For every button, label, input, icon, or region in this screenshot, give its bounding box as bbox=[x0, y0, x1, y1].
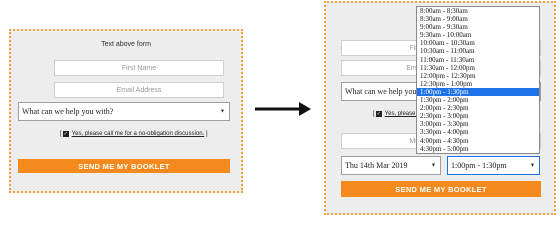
checkbox-checked-icon[interactable]: ✓ bbox=[62, 131, 69, 137]
send-booklet-button[interactable]: SEND ME MY BOOKLET bbox=[18, 159, 230, 173]
time-option[interactable]: 9:00am - 9:30am bbox=[417, 23, 539, 31]
time-select[interactable]: 1:00pm - 1:30pm ▼ bbox=[447, 156, 540, 175]
time-option[interactable]: 1:00pm - 1:30pm bbox=[417, 87, 539, 97]
form-panel-after: Text abov First N Email A What can we he… bbox=[324, 1, 556, 215]
time-option[interactable]: 8:00am - 8:30am bbox=[417, 7, 539, 15]
form-panel-before: Text above form First Name Email Address… bbox=[9, 29, 243, 193]
time-options-list[interactable]: 8:00am - 8:30am 8:30am - 9:00am 9:00am - 9… bbox=[416, 6, 540, 154]
time-option[interactable]: 9:30am - 10:00am bbox=[417, 31, 539, 39]
time-option[interactable]: 8:30am - 9:00am bbox=[417, 15, 539, 23]
help-select-value: What can we help you with? bbox=[22, 107, 114, 116]
right-arrow-icon bbox=[255, 102, 311, 116]
time-option[interactable]: 12:30pm - 1:00pm bbox=[417, 80, 539, 88]
time-option[interactable]: 10:00am - 10:30am bbox=[417, 39, 539, 47]
text-above-form: Text above form bbox=[101, 41, 151, 48]
time-select-value: 1:00pm - 1:30pm bbox=[451, 161, 507, 170]
time-option[interactable]: 3:00pm - 3:30pm bbox=[417, 120, 539, 128]
caret-down-icon: ▼ bbox=[530, 163, 535, 168]
time-option[interactable]: 2:30pm - 3:00pm bbox=[417, 112, 539, 120]
help-select[interactable]: What can we help you with? ▼ bbox=[18, 102, 230, 121]
first-name-input[interactable]: First Name bbox=[54, 60, 224, 76]
date-select[interactable]: Thu 14th Mar 2019 ▼ bbox=[341, 156, 441, 175]
caret-down-icon: ▼ bbox=[220, 109, 225, 114]
time-option[interactable]: 12:00pm - 12:30pm bbox=[417, 72, 539, 80]
time-option[interactable]: 11:00am - 11:30am bbox=[417, 56, 539, 64]
call-me-checkbox-row[interactable]: [ ✓ Yes, please call me for a no-obligat… bbox=[60, 131, 208, 137]
checkbox-checked-icon[interactable]: ✓ bbox=[375, 111, 382, 117]
email-input[interactable]: Email Address bbox=[54, 82, 224, 98]
time-option[interactable]: 2:00pm - 2:30pm bbox=[417, 104, 539, 112]
time-option[interactable]: 10:30am - 11:00am bbox=[417, 47, 539, 55]
time-option[interactable]: 1:30pm - 2:00pm bbox=[417, 96, 539, 104]
time-option[interactable]: 4:30pm - 5:00pm bbox=[417, 145, 539, 153]
time-option[interactable]: 3:30pm - 4:00pm bbox=[417, 128, 539, 136]
date-select-value: Thu 14th Mar 2019 bbox=[345, 161, 408, 170]
time-option[interactable]: 4:00pm - 4:30pm bbox=[417, 137, 539, 145]
caret-down-icon: ▼ bbox=[431, 163, 436, 168]
call-me-checkbox-label: Yes, please call me for a no-obligation … bbox=[71, 131, 205, 137]
time-option[interactable]: 11:30am - 12:00pm bbox=[417, 64, 539, 72]
send-booklet-button[interactable]: SEND ME MY BOOKLET bbox=[341, 181, 541, 197]
